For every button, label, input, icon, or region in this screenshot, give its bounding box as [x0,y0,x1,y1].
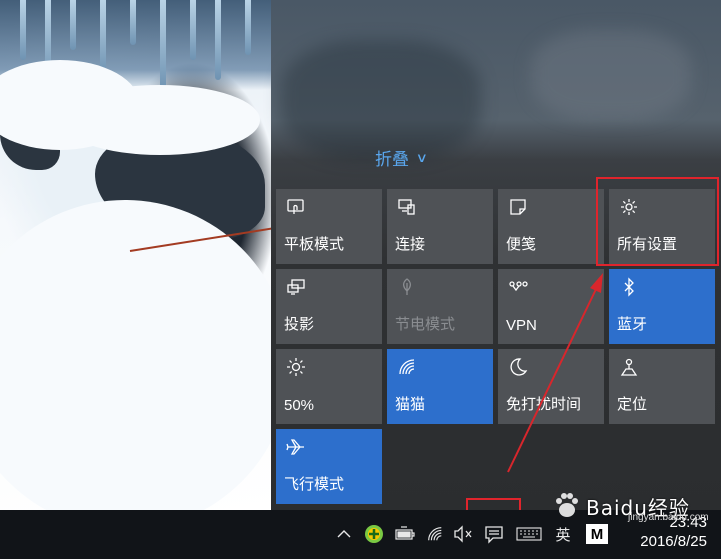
tile-quiet-hours[interactable]: 免打扰时间 [498,349,604,424]
moon-icon [508,357,530,379]
network-icon[interactable] [424,522,446,546]
tile-label: 节电模式 [395,316,456,333]
baidu-paw-logo [556,493,578,517]
chevron-down-icon: ∨ [415,149,428,165]
volume-muted-icon[interactable] [452,522,474,546]
tile-connect[interactable]: 连接 [387,189,493,264]
tile-tablet-mode[interactable]: 平板模式 [276,189,382,264]
collapse-label: 折叠 [375,150,409,169]
project-icon [286,277,308,299]
bluetooth-icon [619,277,641,299]
watermark-subtext: jingyan.baidu.com [628,512,709,523]
location-icon [619,357,641,379]
tile-label: 连接 [395,236,426,253]
tile-label: 飞行模式 [284,476,345,493]
note-icon [508,197,530,219]
tile-battery-saver[interactable]: 节电模式 [387,269,493,344]
collapse-link[interactable]: 折叠 ∨ [375,145,428,170]
tile-label: 投影 [284,316,315,333]
gear-icon [619,197,641,219]
tile-label: 猫猫 [395,396,426,413]
tile-label: 蓝牙 [617,316,648,333]
tile-label: 所有设置 [617,236,678,253]
brightness-icon [286,357,308,379]
tile-label: 免打扰时间 [506,396,582,413]
wifi-icon [397,357,419,379]
airplane-icon [286,437,308,459]
baidu-watermark: Baidu经验 jingyan.baidu.com [552,486,709,531]
tile-location[interactable]: 定位 [609,349,715,424]
tile-label: 便笺 [506,236,537,253]
tile-label: 平板模式 [284,236,345,253]
tile-bluetooth[interactable]: 蓝牙 [609,269,715,344]
security-shield-icon[interactable] [362,522,386,546]
tile-airplane-mode[interactable]: 飞行模式 [276,429,382,504]
connect-icon [397,197,419,219]
tile-all-settings[interactable]: 所有设置 [609,189,715,264]
battery-icon[interactable] [393,522,417,546]
vpn-icon [508,277,530,299]
tablet-mode-icon [286,197,308,219]
notification-center-icon[interactable] [482,522,506,546]
chevron-up-icon[interactable] [334,522,354,546]
tile-note[interactable]: 便笺 [498,189,604,264]
desktop-wallpaper [0,0,275,510]
keyboard-icon[interactable] [514,522,544,546]
battery-saver-icon [397,277,419,299]
tile-label: 50% [284,397,315,414]
clock-date: 2016/8/25 [640,533,707,550]
tile-wifi[interactable]: 猫猫 [387,349,493,424]
tile-label: VPN [506,317,537,334]
tile-label: 定位 [617,396,648,413]
tile-project[interactable]: 投影 [276,269,382,344]
tile-vpn[interactable]: VPN [498,269,604,344]
tile-brightness[interactable]: 50% [276,349,382,424]
